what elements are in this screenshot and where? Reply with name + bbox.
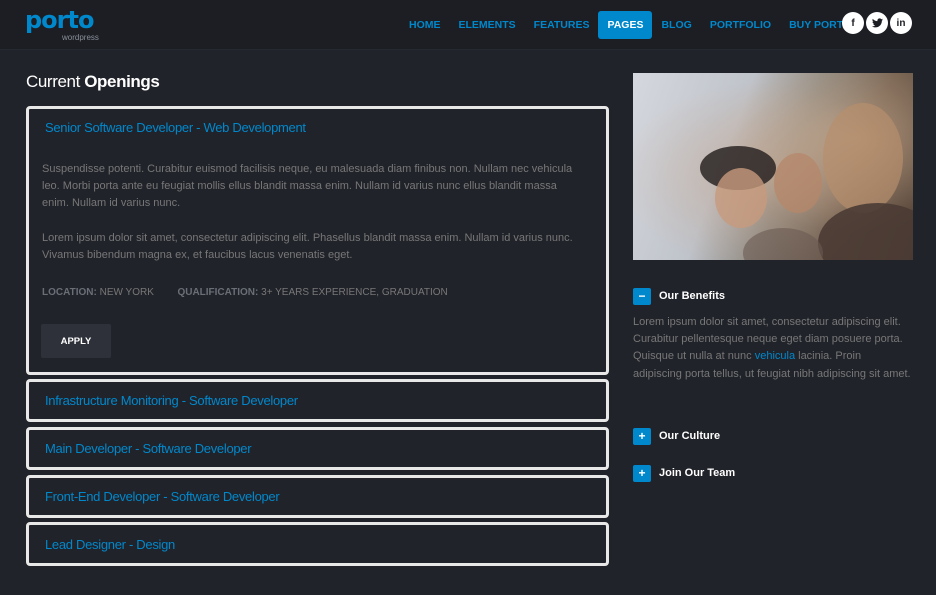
logo-wordmark: porto [25,6,94,34]
page-title: Current Openings [26,72,160,92]
job-card-collapsed[interactable]: Lead Designer - Design [26,522,609,566]
logo-tagline: wordpress [62,33,99,42]
nav-blog[interactable]: BLOG [652,11,700,39]
accordion-our-culture[interactable]: + Our Culture [633,427,720,445]
nav-pages[interactable]: PAGES [598,11,653,39]
job-title[interactable]: Senior Software Developer - Web Developm… [45,120,306,135]
job-card-expanded: Senior Software Developer - Web Developm… [26,106,609,375]
plus-icon[interactable]: + [633,464,651,482]
job-description-paragraph: Lorem ipsum dolor sit amet, consectetur … [42,232,573,262]
nav-portfolio[interactable]: PORTFOLIO [701,11,780,39]
linkedin-icon[interactable]: in [890,12,912,34]
accordion-our-benefits[interactable]: − Our Benefits [633,287,725,305]
job-title[interactable]: Lead Designer - Design [45,537,175,552]
site-header: porto wordpress HOME ELEMENTS FEATURES P… [0,0,936,50]
accordion-label[interactable]: Our Benefits [659,290,725,302]
job-title[interactable]: Front-End Developer - Software Developer [45,489,280,504]
vehicula-link[interactable]: vehicula [755,350,795,362]
main-nav: HOME ELEMENTS FEATURES PAGES BLOG PORTFO… [400,11,864,39]
twitter-icon[interactable] [866,12,888,34]
social-links: f in [842,12,914,34]
page-title-light: Current [26,72,85,91]
job-card-collapsed[interactable]: Main Developer - Software Developer [26,427,609,470]
qualification-label: QUALIFICATION: [177,287,259,298]
team-photo [633,73,913,260]
job-description-paragraph: Suspendisse potenti. Curabitur euismod f… [42,163,573,210]
apply-button[interactable]: APPLY [41,324,111,358]
accordion-join-our-team[interactable]: + Join Our Team [633,464,735,482]
porto-logo[interactable]: porto wordpress [25,6,99,42]
job-meta: LOCATION: NEW YORK QUALIFICATION: 3+ YEA… [42,287,448,298]
page-title-bold: Openings [84,72,160,91]
job-title[interactable]: Infrastructure Monitoring - Software Dev… [45,393,298,408]
accordion-label[interactable]: Join Our Team [659,467,735,479]
job-card-collapsed[interactable]: Front-End Developer - Software Developer [26,475,609,518]
minus-icon[interactable]: − [633,287,651,305]
nav-home[interactable]: HOME [400,11,450,39]
nav-features[interactable]: FEATURES [525,11,599,39]
qualification-value: 3+ YEARS EXPERIENCE, GRADUATION [261,287,448,298]
facebook-icon[interactable]: f [842,12,864,34]
plus-icon[interactable]: + [633,427,651,445]
accordion-label[interactable]: Our Culture [659,430,720,442]
nav-elements[interactable]: ELEMENTS [450,11,525,39]
job-title[interactable]: Main Developer - Software Developer [45,441,252,456]
accordion-body: Lorem ipsum dolor sit amet, consectetur … [633,314,913,383]
location-label: LOCATION: [42,287,97,298]
job-card-collapsed[interactable]: Infrastructure Monitoring - Software Dev… [26,379,609,422]
location-value: NEW YORK [99,287,154,298]
